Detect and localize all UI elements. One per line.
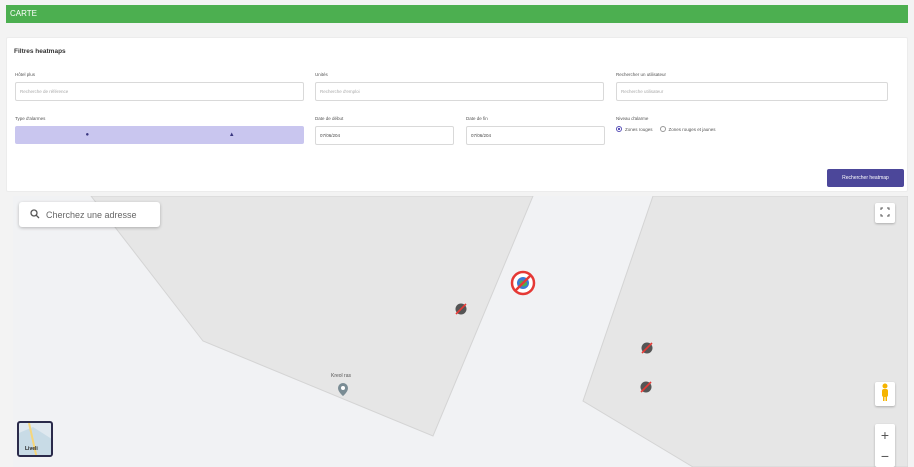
zoom-controls: + −: [875, 424, 895, 467]
search-icon: [30, 208, 40, 221]
field-label-hotel: Hôtel plus: [15, 72, 36, 77]
address-search[interactable]: Cherchez une adresse: [19, 202, 160, 227]
search-heatmap-button[interactable]: Rechercher heatmap: [827, 169, 904, 187]
map-layer-toggle[interactable]: Liveli: [17, 421, 53, 457]
units-search-input[interactable]: Recherche d'emploi: [315, 82, 604, 101]
map-base: [90, 196, 908, 467]
date-end-input[interactable]: 07/06/204: [466, 126, 605, 145]
date-start-input[interactable]: 07/06/204: [315, 126, 454, 145]
prohibited-globe-icon: [510, 270, 536, 296]
zoom-out-button[interactable]: −: [881, 448, 889, 464]
place-pin-icon[interactable]: [336, 382, 350, 396]
filters-panel: Filtres heatmaps Hôtel plus Recherche de…: [6, 37, 908, 192]
car-icon: ▲: [228, 132, 235, 138]
map-view[interactable]: Cherchez une adresse Kreol ras + − Livel…: [13, 196, 908, 467]
alarm-level-label: Niveau d'alarme: [616, 116, 649, 121]
building-block-right: [582, 196, 908, 467]
alarm-type-label: Type d'alarmes: [15, 116, 46, 121]
field-label-user: Rechercher un utilisateur: [616, 72, 667, 77]
vehicle-alarm-option[interactable]: ▲: [160, 126, 305, 144]
place-label: Kreol ras: [331, 373, 352, 379]
date-start-label: Date de début: [315, 116, 344, 121]
radio-red-zones[interactable]: [616, 126, 622, 132]
zoom-in-button[interactable]: +: [881, 427, 889, 443]
map-layer-label: Liveli: [25, 446, 38, 452]
blocked-camera-icon: [455, 303, 467, 315]
radio-red-zones-label: Zones rouges: [625, 126, 653, 132]
app-title: CARTE: [10, 9, 37, 18]
blocked-camera-marker[interactable]: [640, 341, 654, 355]
pegman-icon: [880, 383, 890, 406]
user-search-input[interactable]: Recherche utilisateur: [616, 82, 888, 101]
fullscreen-icon: [880, 204, 890, 222]
street-view-button[interactable]: [875, 382, 895, 406]
blocked-camera-icon: [640, 381, 652, 393]
address-search-placeholder: Cherchez une adresse: [46, 209, 137, 220]
blocked-camera-icon: [641, 342, 653, 354]
blocked-camera-marker[interactable]: [454, 302, 468, 316]
person-alarm-option[interactable]: ●: [15, 126, 160, 144]
prohibited-globe-marker[interactable]: [510, 270, 536, 296]
field-label-units: Unités: [315, 72, 328, 77]
radio-red-yellow-zones[interactable]: [659, 126, 666, 132]
fullscreen-button[interactable]: [875, 203, 895, 223]
date-end-label: Date de fin: [466, 116, 488, 121]
radio-red-yellow-zones-label: Zones rouges et jaunes: [668, 126, 716, 132]
blocked-camera-marker[interactable]: [639, 380, 653, 394]
hotel-search-input[interactable]: Recherche de référence: [15, 82, 304, 101]
filters-title: Filtres heatmaps: [14, 48, 66, 55]
person-icon: ●: [85, 132, 90, 138]
alarm-type-toggle[interactable]: ● ▲: [15, 126, 304, 144]
alarm-level-options: Zones rouges Zones rouges et jaunes: [616, 126, 716, 132]
app-header: CARTE: [6, 5, 908, 23]
